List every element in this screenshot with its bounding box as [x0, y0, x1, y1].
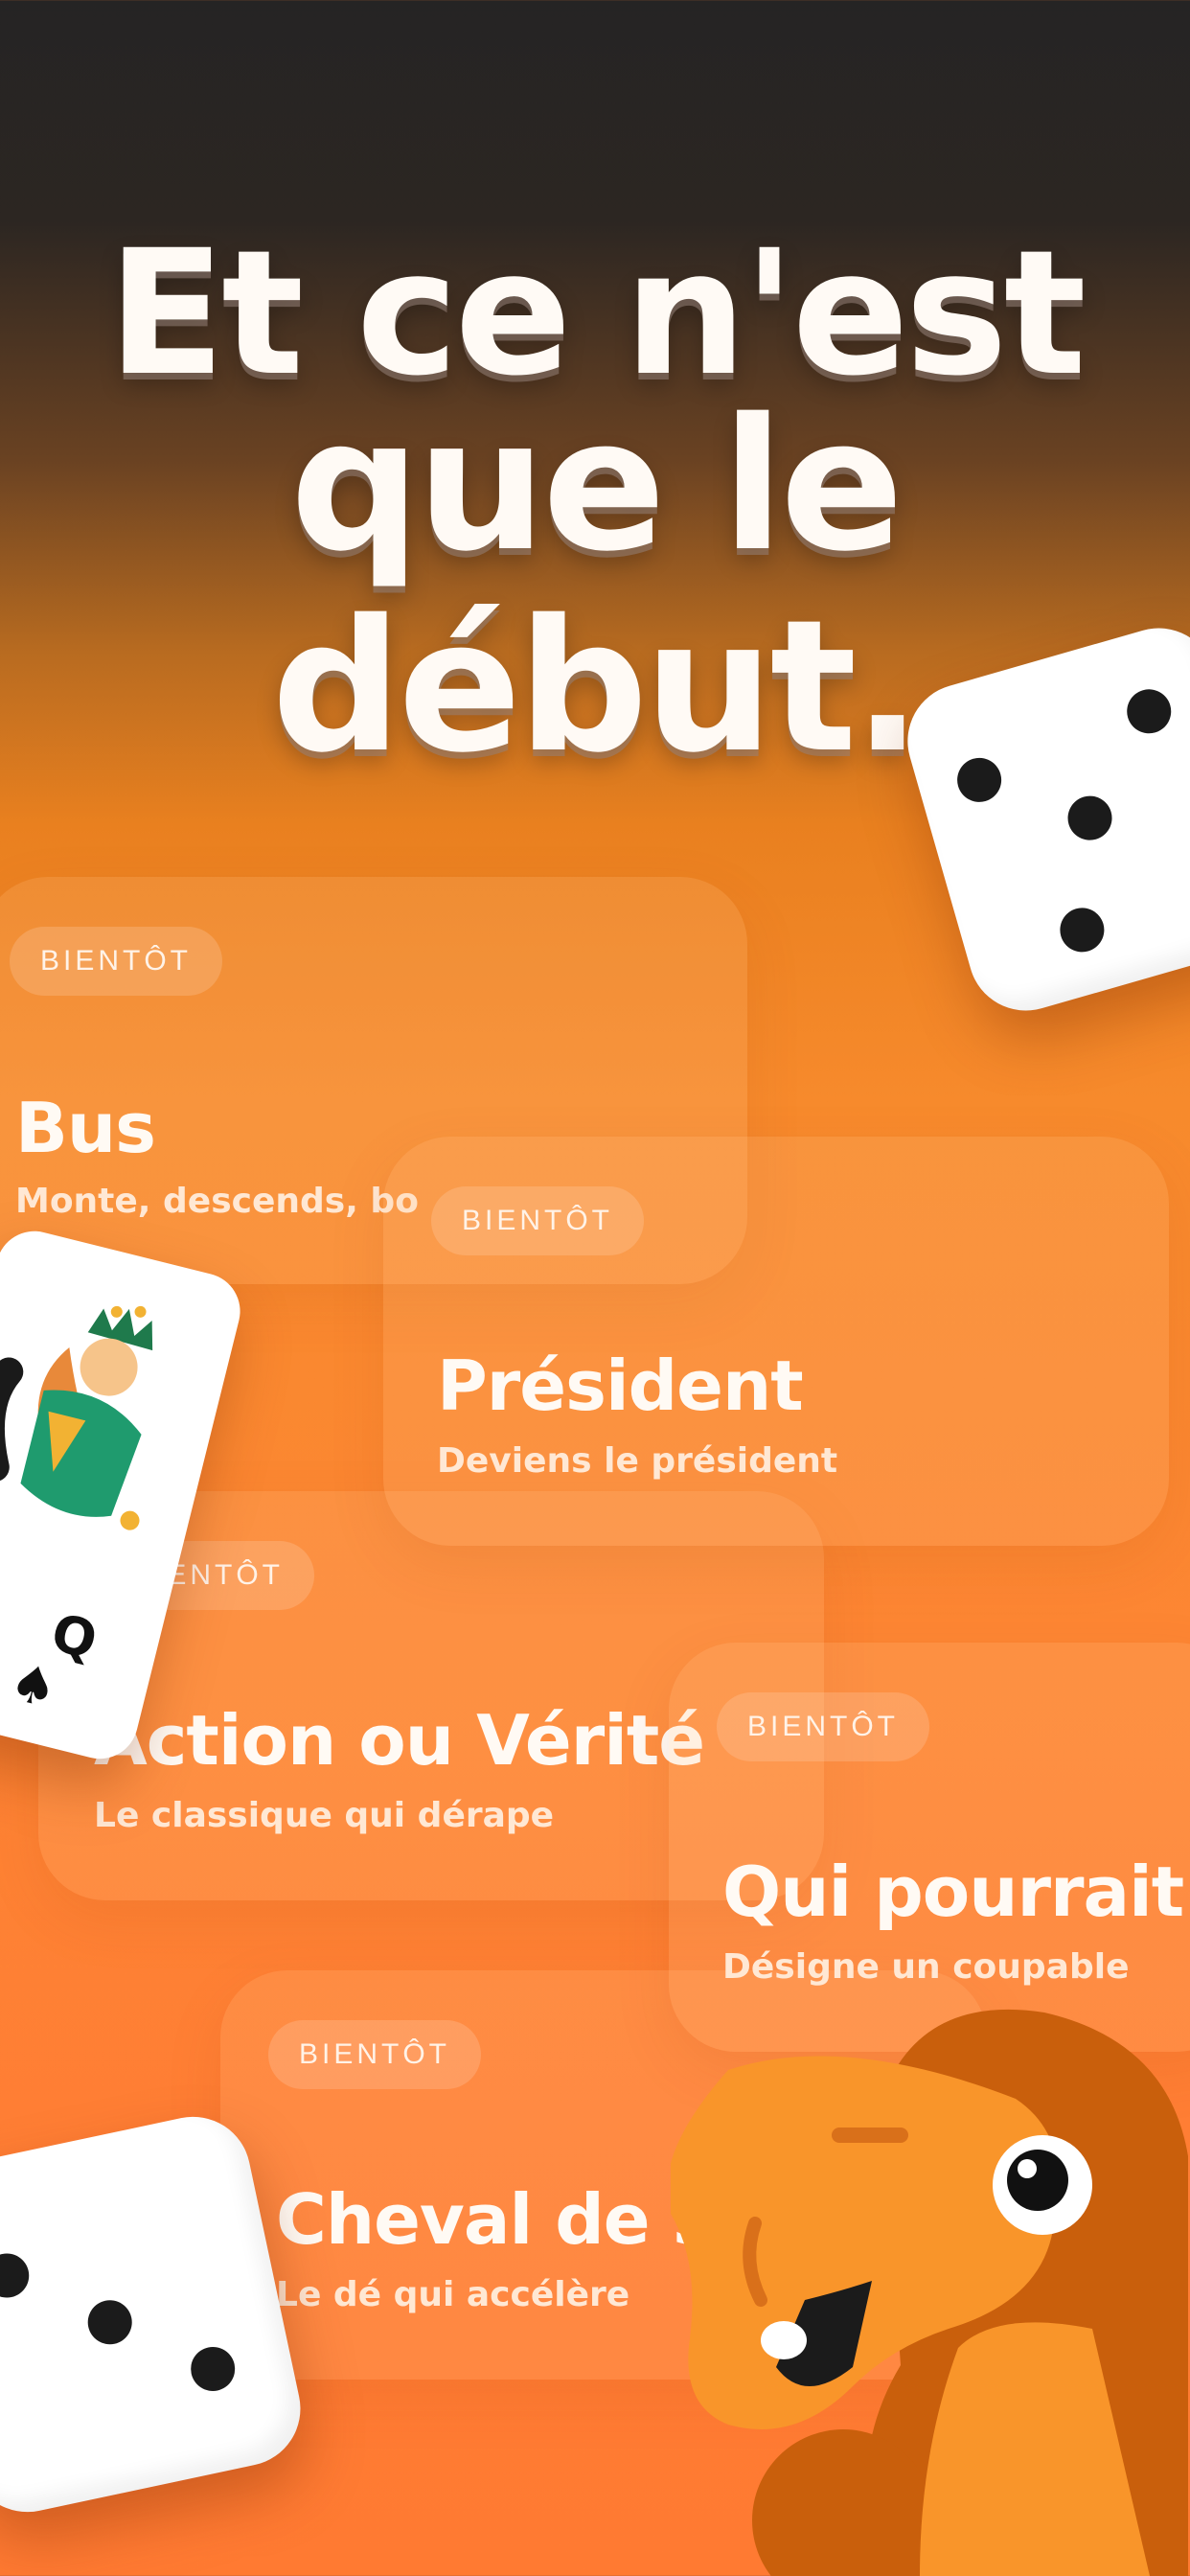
game-card-president[interactable]: BIENTÔT Président Deviens le président	[383, 1137, 1169, 1546]
die-pip	[1054, 902, 1110, 957]
die-pip	[83, 2295, 136, 2349]
die-pip	[186, 2342, 240, 2396]
die-pip	[951, 752, 1007, 808]
die-pip	[0, 2249, 34, 2302]
game-title: Qui pourrait...	[722, 1852, 1190, 1932]
coming-soon-badge: BIENTÔT	[431, 1186, 645, 1255]
die-pip	[1063, 791, 1117, 846]
game-title: Bus	[15, 1088, 156, 1168]
game-title: Président	[437, 1346, 804, 1426]
coming-soon-badge: BIENTÔT	[10, 927, 223, 996]
camel-mascot-icon	[671, 2009, 1188, 2576]
game-subtitle: Monte, descends, bo	[15, 1182, 419, 1221]
game-subtitle: Le dé qui accélère	[276, 2275, 630, 2314]
game-subtitle: Désigne un coupable	[722, 1947, 1130, 1987]
game-title: Action ou Vérité	[94, 1700, 705, 1781]
coming-soon-badge: BIENTÔT	[717, 1692, 930, 1761]
coming-soon-badge: BIENTÔT	[268, 2020, 482, 2089]
game-title: Cheval de 3	[276, 2179, 721, 2260]
game-subtitle: Deviens le président	[437, 1441, 838, 1481]
game-subtitle: Le classique qui dérape	[94, 1796, 555, 1835]
die-pip	[1121, 683, 1177, 739]
